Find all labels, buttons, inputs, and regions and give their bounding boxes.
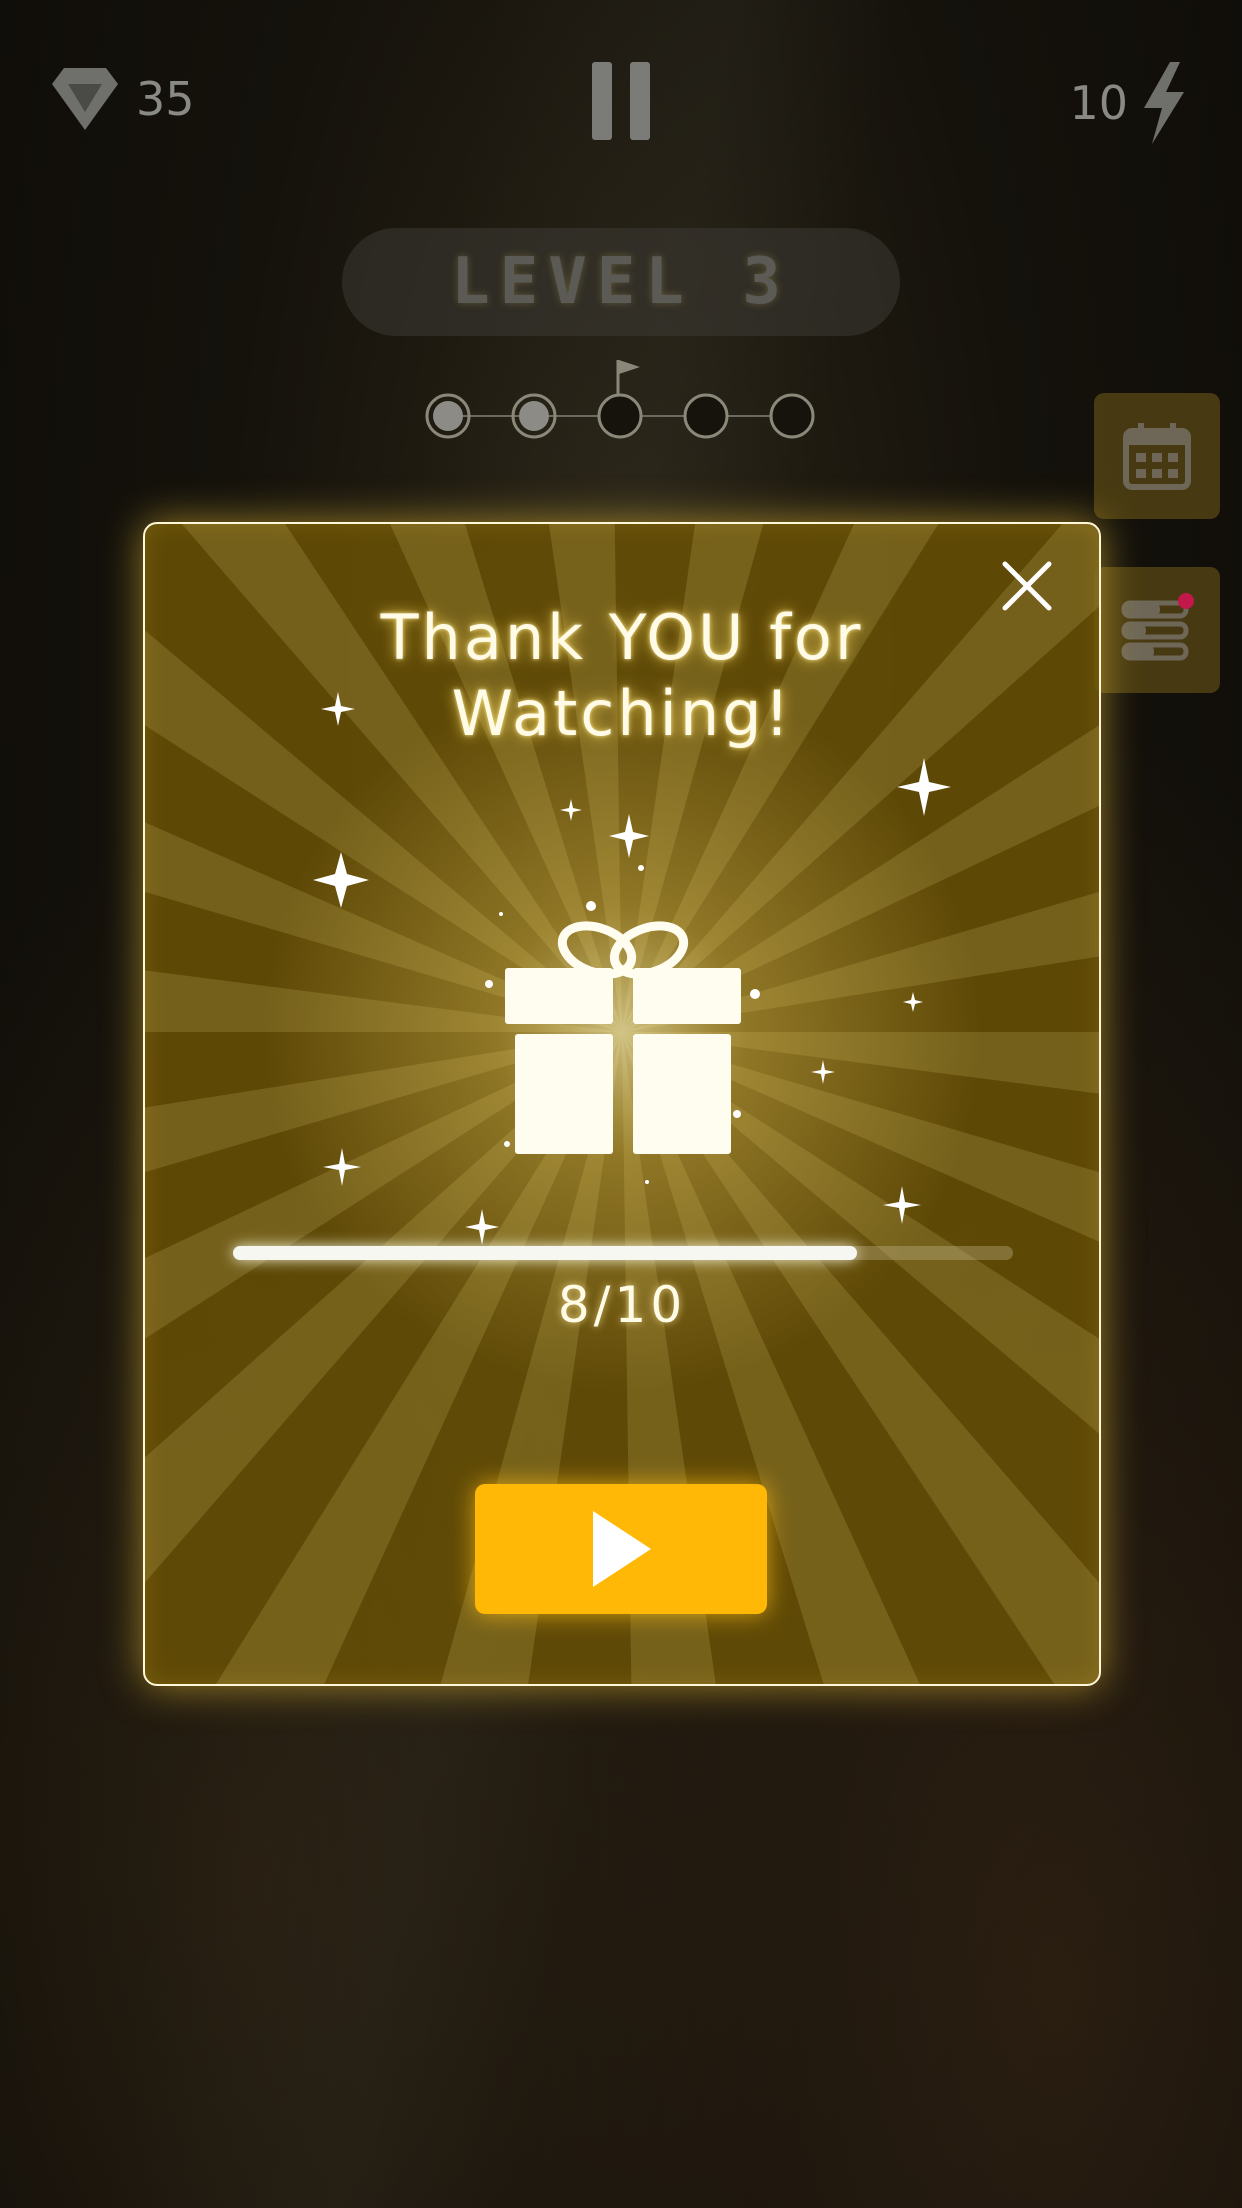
notification-dot bbox=[1178, 593, 1194, 609]
energy-counter: 10 bbox=[1069, 62, 1190, 144]
stage-progress bbox=[424, 350, 824, 440]
stage-dot-2 bbox=[511, 393, 557, 439]
gift-icon bbox=[505, 921, 741, 1154]
stage-dot-1 bbox=[425, 393, 471, 439]
energy-count: 10 bbox=[1069, 76, 1128, 130]
level-title: LEVEL 3 bbox=[451, 245, 791, 319]
watch-progress-bar bbox=[233, 1246, 1013, 1260]
pause-icon bbox=[592, 62, 612, 140]
diamond-icon bbox=[52, 68, 118, 130]
watch-progress-fill bbox=[233, 1246, 857, 1260]
gem-count: 35 bbox=[136, 72, 195, 126]
level-banner: LEVEL 3 bbox=[342, 228, 900, 336]
lightning-icon bbox=[1144, 62, 1184, 144]
stage-dot-4 bbox=[683, 393, 729, 439]
stage-dot-3 bbox=[597, 393, 643, 439]
modal-title: Thank YOU for Watching! bbox=[380, 601, 864, 750]
calendar-icon bbox=[1123, 423, 1191, 490]
play-button[interactable] bbox=[475, 1484, 767, 1614]
watch-progress-label: 8/10 bbox=[557, 1276, 687, 1334]
play-icon bbox=[593, 1511, 651, 1587]
list-button[interactable] bbox=[1094, 567, 1220, 693]
calendar-button[interactable] bbox=[1094, 393, 1220, 519]
stage-dot-5 bbox=[769, 393, 815, 439]
list-icon bbox=[1121, 593, 1194, 661]
flag-icon bbox=[616, 360, 640, 394]
pause-button[interactable] bbox=[590, 62, 652, 140]
reward-modal: Thank YOU for Watching! 8/10 bbox=[143, 522, 1101, 1686]
gem-counter: 35 bbox=[48, 62, 195, 136]
